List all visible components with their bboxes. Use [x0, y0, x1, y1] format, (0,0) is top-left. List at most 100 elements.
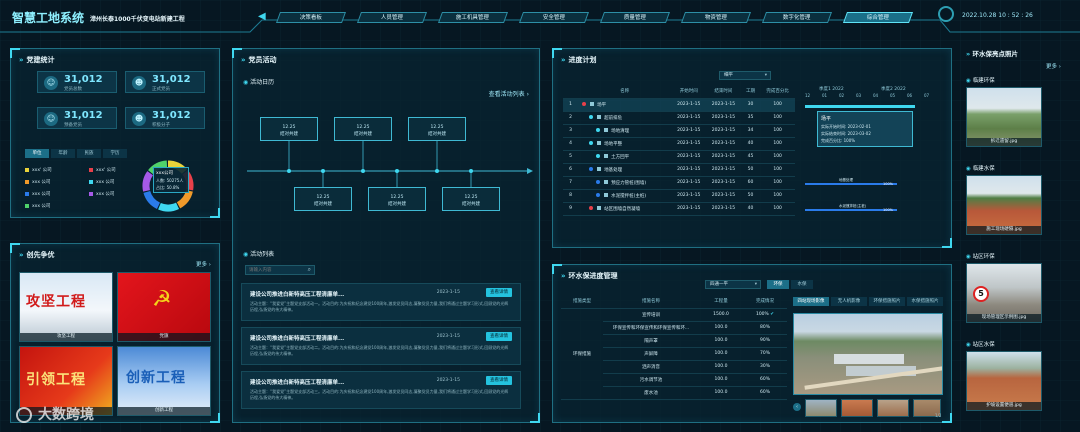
cell-text: 100	[773, 141, 782, 146]
news-date: 2023-1-15	[436, 378, 460, 383]
photo-tab[interactable]: 水保措施照片	[907, 297, 943, 306]
tab-education[interactable]: 学历	[103, 149, 127, 158]
cell-qty: 100.0	[699, 360, 743, 374]
news-detail-button[interactable]: 查看详情	[486, 332, 512, 341]
view-activity-list-link[interactable]: 查看活动列表 ›	[489, 89, 529, 98]
pioneer-item-2[interactable]: ☭ 党旗	[117, 272, 211, 342]
table-row[interactable]: 3 场地清理 2023-1-15 2023-1-15 34 100	[563, 124, 795, 138]
cell-end: 2023-1-15	[706, 150, 741, 164]
side-card-title: 站区环保	[972, 254, 995, 260]
cell-text: 2023-1-15	[677, 167, 701, 172]
photo-thumb[interactable]	[877, 399, 909, 417]
news-text: 活动主题：“我爱党”主题党支部活动二。活动目的:为庆祝和纪念建党100周年,激发…	[250, 345, 509, 356]
pioneer-item-4[interactable]: 创新工程 创新工程	[117, 346, 211, 416]
table-row[interactable]: 1 场平 2023-1-15 2023-1-15 30 100	[563, 98, 795, 112]
news-item[interactable]: 建设公司推进白新特高压工程清廉单... 2023-1-15 查看详情 活动主题：…	[241, 283, 521, 321]
donut-name: xxx公司	[156, 171, 173, 176]
nav-prev-icon[interactable]: ◀	[258, 11, 266, 22]
table-row[interactable]: 2 超前排危 2023-1-15 2023-1-15 35 100	[563, 111, 795, 125]
tab-age[interactable]: 年龄	[51, 149, 75, 158]
right-more-link[interactable]: 更多 ›	[1046, 62, 1061, 70]
gantt-bar[interactable]	[805, 105, 915, 108]
cell-name: 水泥搅拌桩(主桩)	[578, 189, 672, 203]
cell-end: 2023-1-15	[706, 189, 741, 203]
folder-icon	[604, 153, 609, 158]
timeline-event[interactable]: 12.25 结对共建	[442, 187, 500, 211]
side-card[interactable]: ◉ 站区环保 5 现场管理区示例图.jpg	[966, 252, 1042, 323]
news-item[interactable]: 建设公司推进白新特高压工程清廉单... 2023-1-15 查看详情 活动主题：…	[241, 327, 521, 365]
pioneer-item-1[interactable]: 攻坚工程 攻坚工程	[19, 272, 113, 342]
env-select[interactable]: 四通一平 ▾	[705, 280, 761, 289]
nav-item-7[interactable]: 综合管理	[842, 12, 914, 23]
table-row[interactable]: 7 预应力管桩(围墙) 2023-1-15 2023-1-15 60 100	[563, 176, 795, 190]
news-detail-button[interactable]: 查看详情	[486, 288, 512, 297]
photo-tab[interactable]: 无人机影像	[831, 297, 867, 306]
tooltip-done: 完成百分比: 100%	[821, 138, 856, 143]
photo-thumb[interactable]	[841, 399, 873, 417]
tab-env[interactable]: 环保	[767, 280, 789, 289]
side-card[interactable]: ◉ 站区水保 护坡设置便道.jpg	[966, 340, 1042, 411]
legend-label: xxx' 公司	[32, 168, 52, 173]
table-row[interactable]: 8 水泥搅拌桩(主桩) 2023-1-15 2023-1-15 50 100	[563, 189, 795, 203]
table-row[interactable]: 6 地基处理 2023-1-15 2023-1-15 50 100	[563, 163, 795, 177]
news-item[interactable]: 建设公司推进白新特高压工程清廉单... 2023-1-15 查看详情 活动主题：…	[241, 371, 521, 409]
site-buildings	[834, 354, 904, 364]
project-name: 漳州长泰1000千伏变电站新建工程	[90, 16, 185, 23]
nav-item-1[interactable]: 人员管理	[356, 12, 428, 23]
activity-search-input[interactable]	[246, 266, 304, 274]
folder-icon	[597, 205, 602, 210]
donut-segment[interactable]	[143, 190, 161, 209]
nav-item-label: 安全管理	[542, 15, 565, 21]
col-index	[563, 85, 579, 99]
timeline-event[interactable]: 12.25 结对共建	[294, 187, 352, 211]
nav-item-2[interactable]: 施工机具管理	[437, 12, 509, 23]
cell-text: 2023-1-15	[677, 193, 701, 198]
event-date: 12.25	[356, 125, 370, 130]
cell-name: 预应力管桩(围墙)	[578, 176, 672, 190]
cell-days: 50	[740, 189, 761, 203]
cell-text: 隔声罩	[644, 338, 658, 344]
table-row[interactable]: 5 土方回平 2023-1-15 2023-1-15 45 100	[563, 150, 795, 164]
cell-name: 土方回平	[578, 150, 672, 164]
cell-qty: 1500.0	[699, 308, 743, 322]
donut-segment[interactable]	[158, 202, 180, 212]
dot-icon: ◉	[966, 78, 971, 84]
pioneer-more-link[interactable]: 更多 ›	[196, 260, 211, 268]
timeline-event[interactable]: 12.25 结对共建	[408, 117, 466, 141]
nav-item-5[interactable]: 物资管理	[680, 12, 752, 23]
timeline-event[interactable]: 12.25 结对共建	[260, 117, 318, 141]
photo-thumb[interactable]	[805, 399, 837, 417]
cell-pct: 30%	[743, 360, 787, 374]
tab-water[interactable]: 水保	[791, 280, 813, 289]
nav-item-6[interactable]: 数字化管理	[761, 12, 833, 23]
tab-unit[interactable]: 单位	[25, 149, 49, 158]
site-photo[interactable]	[793, 313, 943, 395]
photo-tab[interactable]: 环保措施照片	[869, 297, 905, 306]
cell-qty: 100.0	[699, 386, 743, 400]
cell-text: 3	[569, 128, 573, 133]
event-label: 结对共建	[354, 132, 372, 137]
tab-ethnic[interactable]: 民族	[77, 149, 101, 158]
news-detail-button[interactable]: 查看详情	[486, 376, 512, 385]
nav-item-4[interactable]: 质量管理	[599, 12, 671, 23]
side-card[interactable]: ◉ 临建水保 施工现场硬隔.jpg	[966, 164, 1042, 235]
progress-select[interactable]: 细平 ▾	[719, 71, 771, 80]
table-row[interactable]: 环保措施 宣传培训 1500.0 100% ✔	[561, 308, 787, 400]
status-dot	[582, 101, 587, 106]
table-row[interactable]: 9 站区围墙自然凝墙 2023-1-15 2023-1-15 40 100	[563, 202, 795, 216]
activity-search[interactable]: ⌕	[245, 265, 315, 275]
donut-segment[interactable]	[142, 171, 154, 192]
nav-item-0[interactable]: 决策看板	[275, 12, 347, 23]
thumb-prev-icon[interactable]: ‹	[793, 403, 801, 411]
photo-tab[interactable]: 四站现场影像	[793, 297, 829, 306]
side-card[interactable]: ◉ 临建环保 拆迁遗留.jpg	[966, 76, 1042, 147]
cell-text: 40	[747, 206, 754, 211]
month-label: 04	[873, 93, 879, 98]
donut-segment[interactable]	[176, 189, 193, 209]
timeline-event[interactable]: 12.25 结对共建	[334, 117, 392, 141]
table-row[interactable]: 4 场地平整 2023-1-15 2023-1-15 40 100	[563, 137, 795, 151]
cell-text: 地基处理	[604, 167, 623, 173]
timeline-event[interactable]: 12.25 结对共建	[368, 187, 426, 211]
cell-name: 声屏障	[603, 347, 699, 361]
nav-item-3[interactable]: 安全管理	[518, 12, 590, 23]
